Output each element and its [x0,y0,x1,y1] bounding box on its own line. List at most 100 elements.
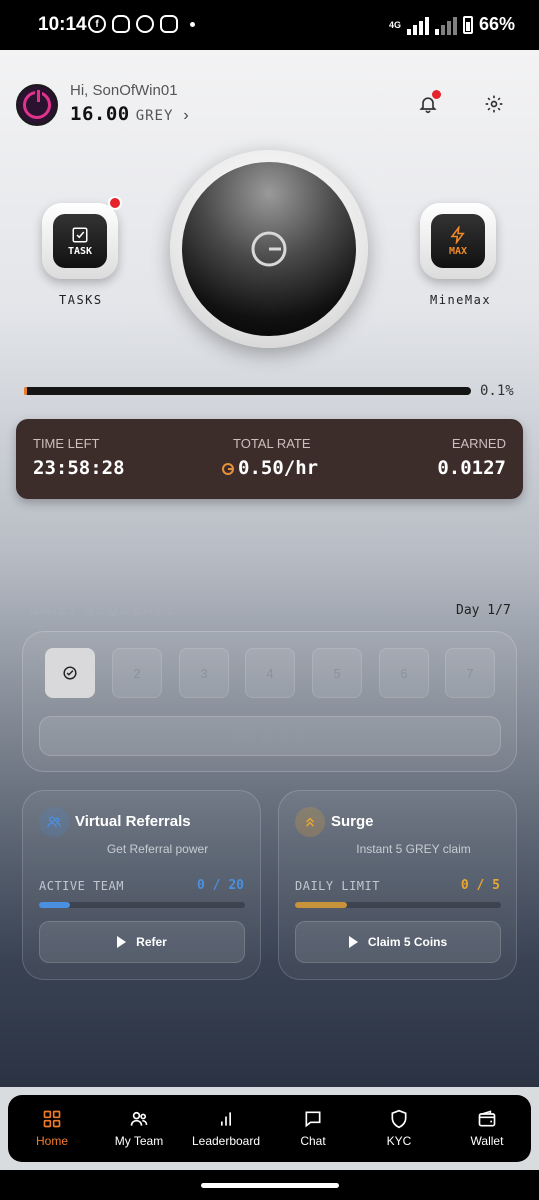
whatsapp-icon [136,15,154,33]
check-circle-icon [63,666,77,680]
play-icon [348,936,358,948]
nav-kyc[interactable]: KYC [369,1095,429,1162]
mining-progress-text: 0.1% [480,383,514,399]
battery-percent: 66% [478,14,515,34]
nav-chat[interactable]: Chat [283,1095,343,1162]
tasks-caption: TASKS [59,293,103,307]
status-bar: 10:14 f 4G 66% [0,0,539,50]
nav-home[interactable]: Home [22,1095,82,1162]
day-4-box: 4 [245,648,295,698]
mining-progress-fill [24,387,27,395]
time-left-value: 23:58:28 [33,457,125,479]
chat-icon [305,1111,321,1128]
tasks-badge [108,196,122,210]
message-icon [160,15,178,33]
gesture-area [0,1170,539,1200]
more-notifications-icon [190,21,195,27]
users-icon [39,807,69,837]
signal-icon [406,15,429,35]
balance-link[interactable]: 16.00 GREY › [70,103,189,125]
referrals-subtitle: Get Referral power [106,842,209,856]
notification-icons: f [88,15,195,33]
claim-coins-label: Claim 5 Coins [367,935,448,949]
nav-my-team[interactable]: My Team [104,1095,174,1162]
refer-button[interactable]: Refer [39,921,245,963]
tasks-button-text: TASK [67,245,93,257]
minemax-caption: MineMax [430,293,492,307]
time-left-label: TIME LEFT [33,436,100,451]
signal-icon-2 [434,15,457,35]
power-icon [23,88,51,119]
day-7-box: 7 [445,648,495,698]
greeting: Hi, SonOfWin01 [70,82,178,99]
coin-icon [222,462,234,475]
wallet-icon [478,1110,496,1127]
day-2-box: 2 [112,648,162,698]
claim-coins-button[interactable]: Claim 5 Coins [295,921,501,963]
total-rate-row: 0.50/hr [222,457,318,479]
surge-subtitle: Instant 5 GREY claim [356,842,471,856]
daily-sequence-card: 2 3 4 5 6 7 Wait 14:45:35 [22,631,517,772]
app-screen: Hi, SonOfWin01 16.00 GREY › TASK TASKS M… [0,50,539,1087]
tasks-button-face: TASK [53,214,107,268]
chevron-right-icon: › [183,107,189,124]
active-team-fill [39,902,70,908]
nav-leaderboard-label: Leaderboard [191,1134,261,1148]
day-5-box: 5 [312,648,362,698]
balance-amount: 16.00 [70,103,130,125]
surge-card: Surge Instant 5 GREY claim DAILY LIMIT 0… [278,790,517,980]
mining-progress-bar [24,387,471,395]
play-icon [117,936,127,948]
minemax-button[interactable]: MAX [420,203,496,279]
daily-limit-label: DAILY LIMIT [295,879,380,893]
nav-my-team-label: My Team [114,1134,164,1148]
daily-claim-button[interactable]: Wait 14:45:35 [39,716,501,756]
surge-title: Surge [331,813,374,830]
battery-icon [462,15,473,34]
virtual-referrals-card: Virtual Referrals Get Referral power ACT… [22,790,261,980]
minemax-button-text: MAX [448,245,468,257]
tasks-button[interactable]: TASK [42,203,118,279]
total-rate-label: TOTAL RATE [233,436,311,451]
lightning-icon [450,225,465,244]
nav-wallet-label: Wallet [470,1134,504,1148]
mine-button[interactable] [170,150,368,348]
facebook-icon: f [88,15,106,33]
home-gesture-bar[interactable] [201,1183,339,1188]
nav-leaderboard[interactable]: Leaderboard [185,1095,267,1162]
system-indicators: 4G 66% [389,14,515,35]
snapchat-icon [112,15,130,33]
users-icon [130,1111,148,1126]
day-1-box[interactable] [45,648,95,698]
minemax-button-face: MAX [431,214,485,268]
gear-icon[interactable] [484,94,504,114]
notification-badge [432,90,441,99]
active-team-label: ACTIVE TEAM [39,879,124,893]
total-rate-value: 0.50/hr [238,457,319,479]
day-6-box: 6 [379,648,429,698]
earned-value: 0.0127 [437,457,506,479]
double-chevron-up-icon [295,807,325,837]
active-team-value: 0 / 20 [197,878,244,893]
earned-label: EARNED [451,436,506,451]
grid-icon [43,1110,61,1128]
power-icon-large [251,231,287,267]
daily-limit-bar [295,902,501,908]
checklist-icon [72,227,88,242]
active-team-bar [39,902,245,908]
refer-button-label: Refer [136,935,167,949]
status-time: 10:14 [38,14,87,35]
mining-stats-card: TIME LEFT 23:58:28 TOTAL RATE 0.50/hr EA… [16,419,523,499]
daily-limit-fill [295,902,347,908]
daily-limit-value: 0 / 5 [460,878,500,893]
network-type: 4G [388,19,401,30]
avatar[interactable] [16,84,58,126]
referrals-title: Virtual Referrals [75,813,191,830]
shield-icon [391,1109,407,1129]
daily-day-counter: Day 1/7 [456,603,511,618]
balance-unit: GREY [135,108,174,124]
bottom-nav: Home My Team Leaderboard Chat KYC Wallet [8,1095,531,1162]
daily-sequence-title: DAILY SEQUENCE [29,602,179,617]
nav-home-label: Home [35,1134,68,1148]
nav-wallet[interactable]: Wallet [457,1095,517,1162]
